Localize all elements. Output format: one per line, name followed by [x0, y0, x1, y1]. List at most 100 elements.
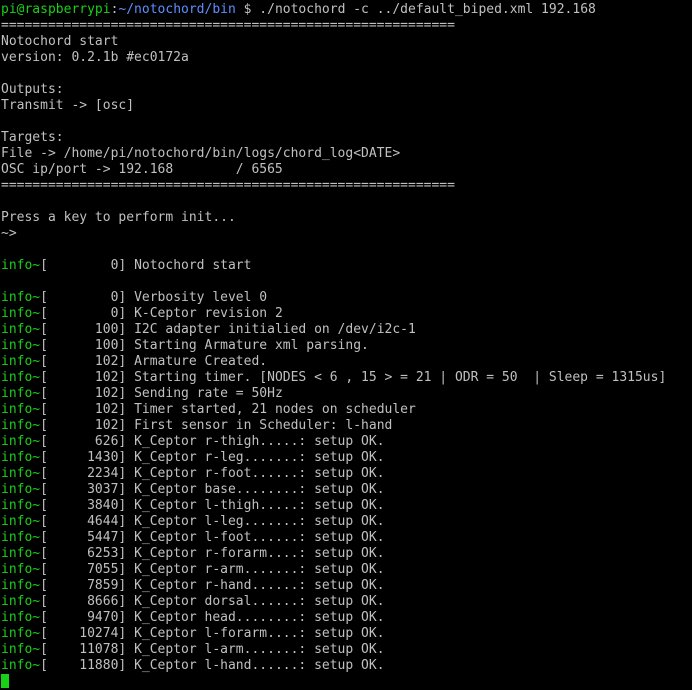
log-timestamp: 2234: [87, 466, 119, 481]
output-line: OSC ip/port -> 192.168 / 6565: [1, 162, 283, 177]
time-bracket-open: [: [40, 514, 48, 529]
log-tag: info~: [1, 402, 41, 417]
log-timestamp: 102: [94, 418, 119, 433]
log-tag: info~: [1, 626, 41, 641]
time-bracket-close: ]: [118, 578, 135, 593]
log-line: info~[10274] K_Ceptor l-forarm....: setu…: [1, 626, 692, 642]
log-timestamp: 9470: [87, 610, 119, 625]
time-bracket-open: [: [40, 530, 48, 545]
log-timestamp: 1430: [87, 450, 119, 465]
command-prompt-line: pi@raspberrypi:~/notochord/bin $ ./notoc…: [1, 2, 692, 18]
time-bracket-open: [: [40, 402, 48, 417]
log-tag: info~: [1, 642, 41, 657]
cursor-line[interactable]: [1, 674, 692, 690]
log-line: info~[102] Starting timer. [NODES < 6 , …: [1, 370, 692, 386]
time-bracket-close: ]: [118, 322, 135, 337]
prompt-command: ./notochord -c ../default_biped.xml 192.…: [259, 2, 596, 17]
time-bracket-close: ]: [118, 658, 135, 673]
time-bracket-open: [: [40, 626, 48, 641]
time-bracket-open: [: [40, 386, 48, 401]
time-bracket-close: ]: [118, 626, 135, 641]
log-tag: info~: [1, 322, 41, 337]
time-bracket-close: ]: [118, 482, 135, 497]
log-timestamp: 4644: [87, 514, 119, 529]
time-bracket-open: [: [40, 642, 48, 657]
log-message: I2C adapter initialied on /dev/i2c-1: [134, 322, 416, 337]
log-line: info~[3037] K_Ceptor base........: setup…: [1, 482, 692, 498]
time-bracket-close: ]: [118, 418, 135, 433]
time-bracket-close: ]: [118, 594, 135, 609]
log-tag: info~: [1, 370, 41, 385]
time-bracket-close: ]: [118, 514, 135, 529]
time-bracket-open: [: [40, 418, 48, 433]
log-output: info~[0] Notochord start info~[0] Verbosi…: [1, 258, 692, 674]
log-timestamp: 10274: [79, 626, 119, 641]
log-line: info~[7859] K_Ceptor r-hand......: setup…: [1, 578, 692, 594]
time-bracket-close: ]: [118, 466, 135, 481]
log-message: K_Ceptor l-leg.......: setup OK.: [134, 514, 385, 529]
log-tag: info~: [1, 498, 41, 513]
log-timestamp: 102: [94, 370, 119, 385]
time-bracket-open: [: [40, 498, 48, 513]
log-line: info~[8666] K_Ceptor dorsal......: setup…: [1, 594, 692, 610]
output-line: ~>: [1, 226, 17, 241]
output-line: Outputs:: [1, 82, 64, 97]
log-timestamp: 5447: [87, 530, 119, 545]
log-line: info~[102] Timer started, 21 nodes on sc…: [1, 402, 692, 418]
log-tag: info~: [1, 434, 41, 449]
log-line: info~[11078] K_Ceptor l-arm.......: setu…: [1, 642, 692, 658]
time-bracket-close: ]: [118, 338, 135, 353]
log-message: K_Ceptor r-forarm....: setup OK.: [134, 546, 385, 561]
time-bracket-open: [: [40, 434, 48, 449]
log-timestamp: 0: [110, 258, 119, 273]
time-bracket-open: [: [40, 306, 48, 321]
log-tag: info~: [1, 562, 41, 577]
log-line: info~[0] Notochord start: [1, 258, 692, 274]
log-message: K_Ceptor head........: setup OK.: [134, 610, 385, 625]
log-tag: info~: [1, 258, 41, 273]
time-bracket-open: [: [40, 338, 48, 353]
terminal-window[interactable]: pi@raspberrypi:~/notochord/bin $ ./notoc…: [0, 0, 692, 689]
output-line: ========================================…: [1, 18, 455, 33]
log-tag: info~: [1, 658, 41, 673]
time-bracket-open: [: [40, 578, 48, 593]
log-message: K_Ceptor r-leg.......: setup OK.: [134, 450, 385, 465]
log-line: info~[626] K_Ceptor r-thigh.....: setup …: [1, 434, 692, 450]
output-header: ========================================…: [1, 18, 692, 258]
log-line: info~[102] First sensor in Scheduler: l-…: [1, 418, 692, 434]
log-tag: info~: [1, 418, 41, 433]
time-bracket-close: ]: [118, 498, 135, 513]
time-bracket-close: ]: [118, 402, 135, 417]
log-tag: info~: [1, 386, 41, 401]
log-message: K_Ceptor base........: setup OK.: [134, 482, 385, 497]
time-bracket-open: [: [40, 546, 48, 561]
log-timestamp: 626: [94, 434, 119, 449]
log-message: Sending rate = 50Hz: [134, 386, 283, 401]
time-bracket-close: ]: [118, 530, 135, 545]
log-timestamp: 0: [110, 290, 119, 305]
log-line: info~[5447] K_Ceptor l-foot......: setup…: [1, 530, 692, 546]
log-tag: info~: [1, 610, 41, 625]
log-message: First sensor in Scheduler: l-hand: [134, 418, 393, 433]
time-bracket-close: ]: [118, 434, 135, 449]
log-tag: info~: [1, 354, 41, 369]
log-tag: info~: [1, 546, 41, 561]
log-message: K_Ceptor l-foot......: setup OK.: [134, 530, 385, 545]
log-tag: info~: [1, 530, 41, 545]
log-message: K_Ceptor r-thigh.....: setup OK.: [134, 434, 385, 449]
log-message: K_Ceptor r-hand......: setup OK.: [134, 578, 385, 593]
time-bracket-open: [: [40, 450, 48, 465]
log-timestamp: 8666: [87, 594, 119, 609]
log-timestamp: 102: [94, 354, 119, 369]
time-bracket-open: [: [40, 322, 48, 337]
log-message: K_Ceptor l-hand......: setup OK.: [134, 658, 385, 673]
log-timestamp: 102: [94, 386, 119, 401]
log-tag: info~: [1, 578, 41, 593]
log-line: info~[6253] K_Ceptor r-forarm....: setup…: [1, 546, 692, 562]
log-message: K_Ceptor dorsal......: setup OK.: [134, 594, 385, 609]
log-tag: info~: [1, 482, 41, 497]
